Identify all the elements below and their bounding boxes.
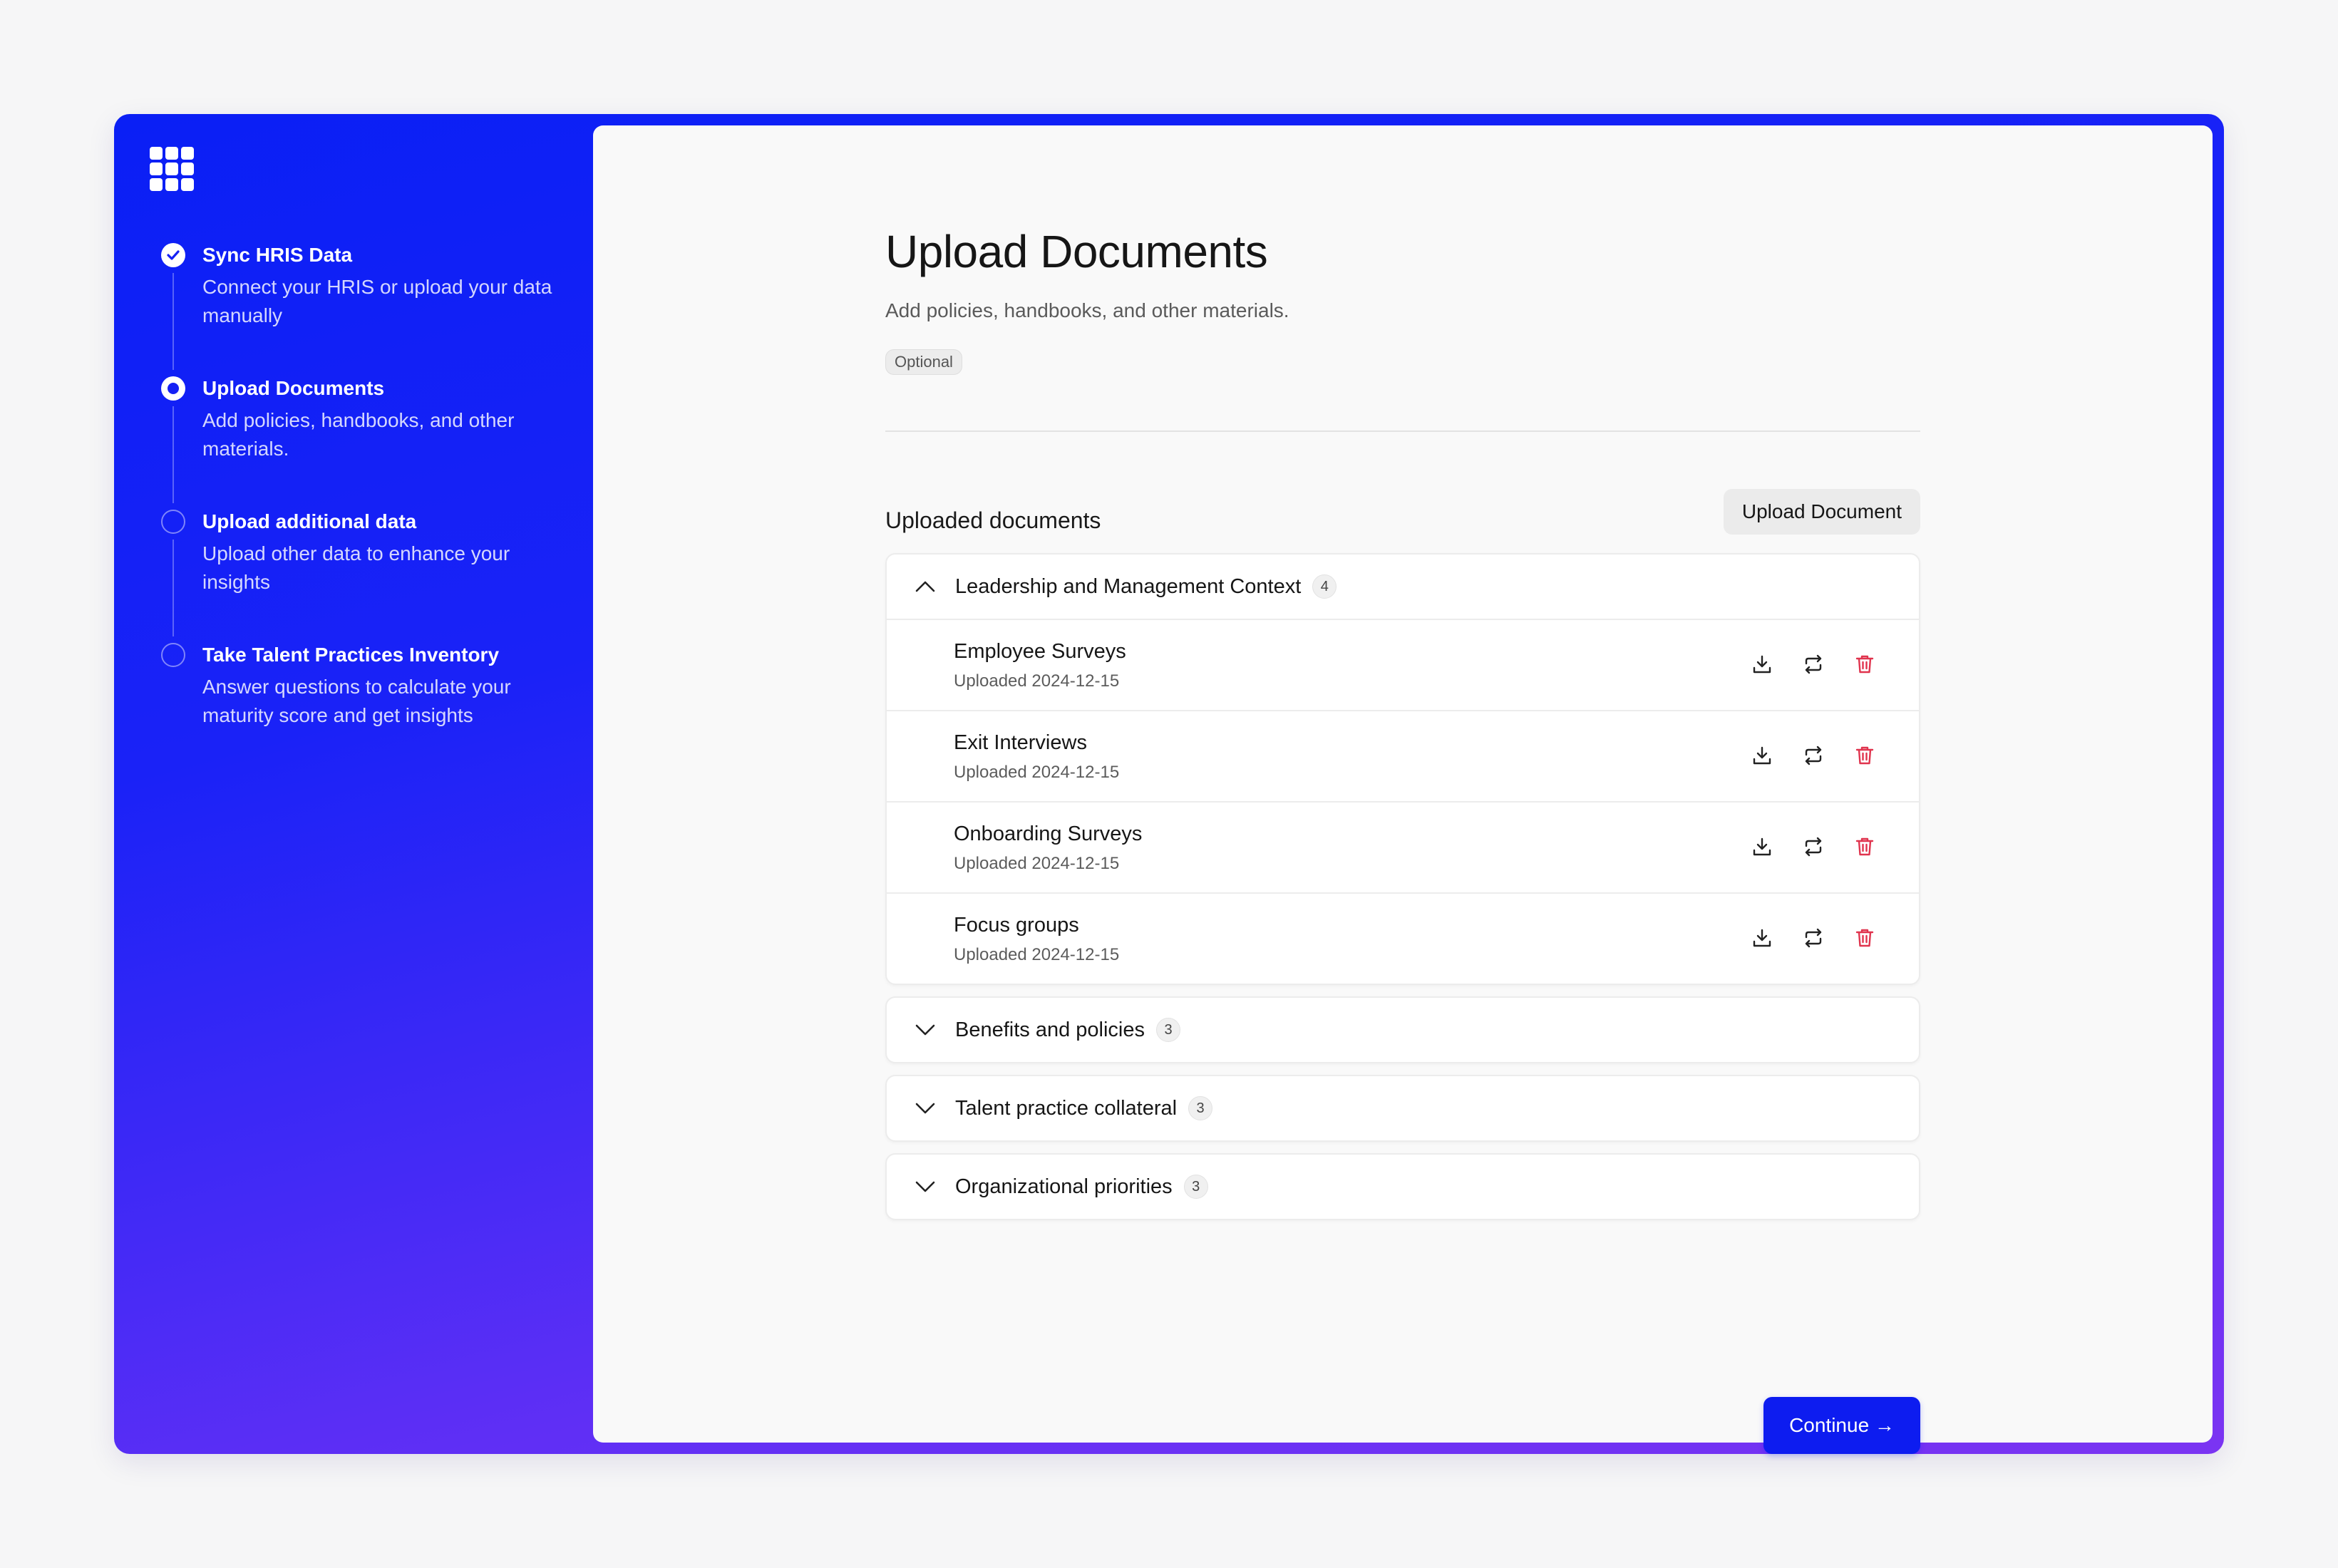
step-talent-inventory[interactable]: Take Talent Practices Inventory Answer q… xyxy=(161,643,575,777)
step-connector xyxy=(172,406,174,503)
document-row: Onboarding Surveys Uploaded 2024-12-15 xyxy=(887,801,1919,892)
chevron-down-icon[interactable] xyxy=(912,1174,938,1200)
upload-document-button[interactable]: Upload Document xyxy=(1723,489,1920,535)
section-title: Uploaded documents xyxy=(885,507,1101,533)
trash-icon[interactable] xyxy=(1850,832,1879,861)
divider xyxy=(885,430,1920,432)
group-header[interactable]: Organizational priorities 3 xyxy=(887,1155,1919,1219)
group-leadership: Leadership and Management Context 4 Empl… xyxy=(885,553,1920,985)
document-date: Uploaded 2024-12-15 xyxy=(954,671,1120,691)
step-upload-additional-data[interactable]: Upload additional data Upload other data… xyxy=(161,510,575,644)
continue-button[interactable]: Continue → xyxy=(1763,1397,1920,1454)
document-name: Focus groups xyxy=(954,914,1079,937)
count-badge: 3 xyxy=(1188,1096,1213,1120)
page-title: Upload Documents xyxy=(885,226,1268,277)
step-title: Sync HRIS Data xyxy=(202,244,353,266)
replace-icon[interactable] xyxy=(1799,924,1828,952)
download-icon[interactable] xyxy=(1748,650,1776,679)
step-title: Upload additional data xyxy=(202,510,417,532)
check-icon xyxy=(161,243,185,267)
step-description: Connect your HRIS or upload your data ma… xyxy=(202,276,552,326)
main-panel: Upload Documents Add policies, handbooks… xyxy=(593,125,2213,1454)
step-sync-hris[interactable]: Sync HRIS Data Connect your HRIS or uplo… xyxy=(161,243,575,377)
count-badge: 3 xyxy=(1156,1018,1180,1042)
count-badge: 3 xyxy=(1183,1175,1208,1199)
grid-logo-icon xyxy=(150,147,194,191)
group-label: Organizational priorities xyxy=(955,1175,1173,1198)
document-date: Uploaded 2024-12-15 xyxy=(954,763,1120,782)
pending-step-icon xyxy=(161,643,185,667)
chevron-down-icon[interactable] xyxy=(912,1095,938,1121)
page-subtitle: Add policies, handbooks, and other mater… xyxy=(885,299,1289,321)
trash-icon[interactable] xyxy=(1850,650,1879,679)
step-list: Sync HRIS Data Connect your HRIS or uplo… xyxy=(161,243,575,777)
step-description: Add policies, handbooks, and other mater… xyxy=(202,409,515,460)
replace-icon[interactable] xyxy=(1799,741,1828,770)
document-name: Employee Surveys xyxy=(954,640,1126,663)
group-label: Benefits and policies xyxy=(955,1018,1145,1041)
document-date: Uploaded 2024-12-15 xyxy=(954,945,1120,964)
download-icon[interactable] xyxy=(1748,741,1776,770)
current-step-icon xyxy=(161,376,185,401)
step-title: Take Talent Practices Inventory xyxy=(202,644,500,666)
document-row: Employee Surveys Uploaded 2024-12-15 xyxy=(887,619,1919,710)
group-org-priorities: Organizational priorities 3 xyxy=(885,1153,1920,1220)
download-icon[interactable] xyxy=(1748,832,1776,861)
document-row: Exit Interviews Uploaded 2024-12-15 xyxy=(887,710,1919,801)
trash-icon[interactable] xyxy=(1850,924,1879,952)
group-header[interactable]: Benefits and policies 3 xyxy=(887,998,1919,1062)
row-actions xyxy=(1725,650,1879,679)
document-name: Onboarding Surveys xyxy=(954,822,1143,845)
document-date: Uploaded 2024-12-15 xyxy=(954,854,1120,873)
count-badge: 4 xyxy=(1312,574,1337,599)
group-talent-collateral: Talent practice collateral 3 xyxy=(885,1075,1920,1142)
step-upload-documents[interactable]: Upload Documents Add policies, handbooks… xyxy=(161,376,575,510)
sidebar: Sync HRIS Data Connect your HRIS or uplo… xyxy=(114,114,593,1454)
document-row: Focus groups Uploaded 2024-12-15 xyxy=(887,892,1919,984)
document-name: Exit Interviews xyxy=(954,731,1087,754)
group-label: Talent practice collateral xyxy=(955,1096,1178,1120)
optional-badge: Optional xyxy=(885,349,962,375)
group-benefits: Benefits and policies 3 xyxy=(885,996,1920,1063)
step-description: Upload other data to enhance your insigh… xyxy=(202,542,510,593)
document-groups: Leadership and Management Context 4 Empl… xyxy=(885,553,1920,1232)
replace-icon[interactable] xyxy=(1799,650,1828,679)
trash-icon[interactable] xyxy=(1850,741,1879,770)
step-connector xyxy=(172,273,174,370)
pending-step-icon xyxy=(161,510,185,534)
download-icon[interactable] xyxy=(1748,924,1776,952)
step-description: Answer questions to calculate your matur… xyxy=(202,676,511,726)
group-label: Leadership and Management Context xyxy=(955,574,1302,598)
app-frame: Sync HRIS Data Connect your HRIS or uplo… xyxy=(114,114,2224,1454)
group-header[interactable]: Talent practice collateral 3 xyxy=(887,1076,1919,1140)
chevron-up-icon[interactable] xyxy=(912,574,938,599)
replace-icon[interactable] xyxy=(1799,832,1828,861)
row-actions xyxy=(1725,741,1879,770)
row-actions xyxy=(1725,924,1879,952)
row-actions xyxy=(1725,832,1879,861)
step-title: Upload Documents xyxy=(202,377,385,399)
step-connector xyxy=(172,540,174,636)
group-header[interactable]: Leadership and Management Context 4 xyxy=(887,555,1919,619)
chevron-down-icon[interactable] xyxy=(912,1017,938,1043)
